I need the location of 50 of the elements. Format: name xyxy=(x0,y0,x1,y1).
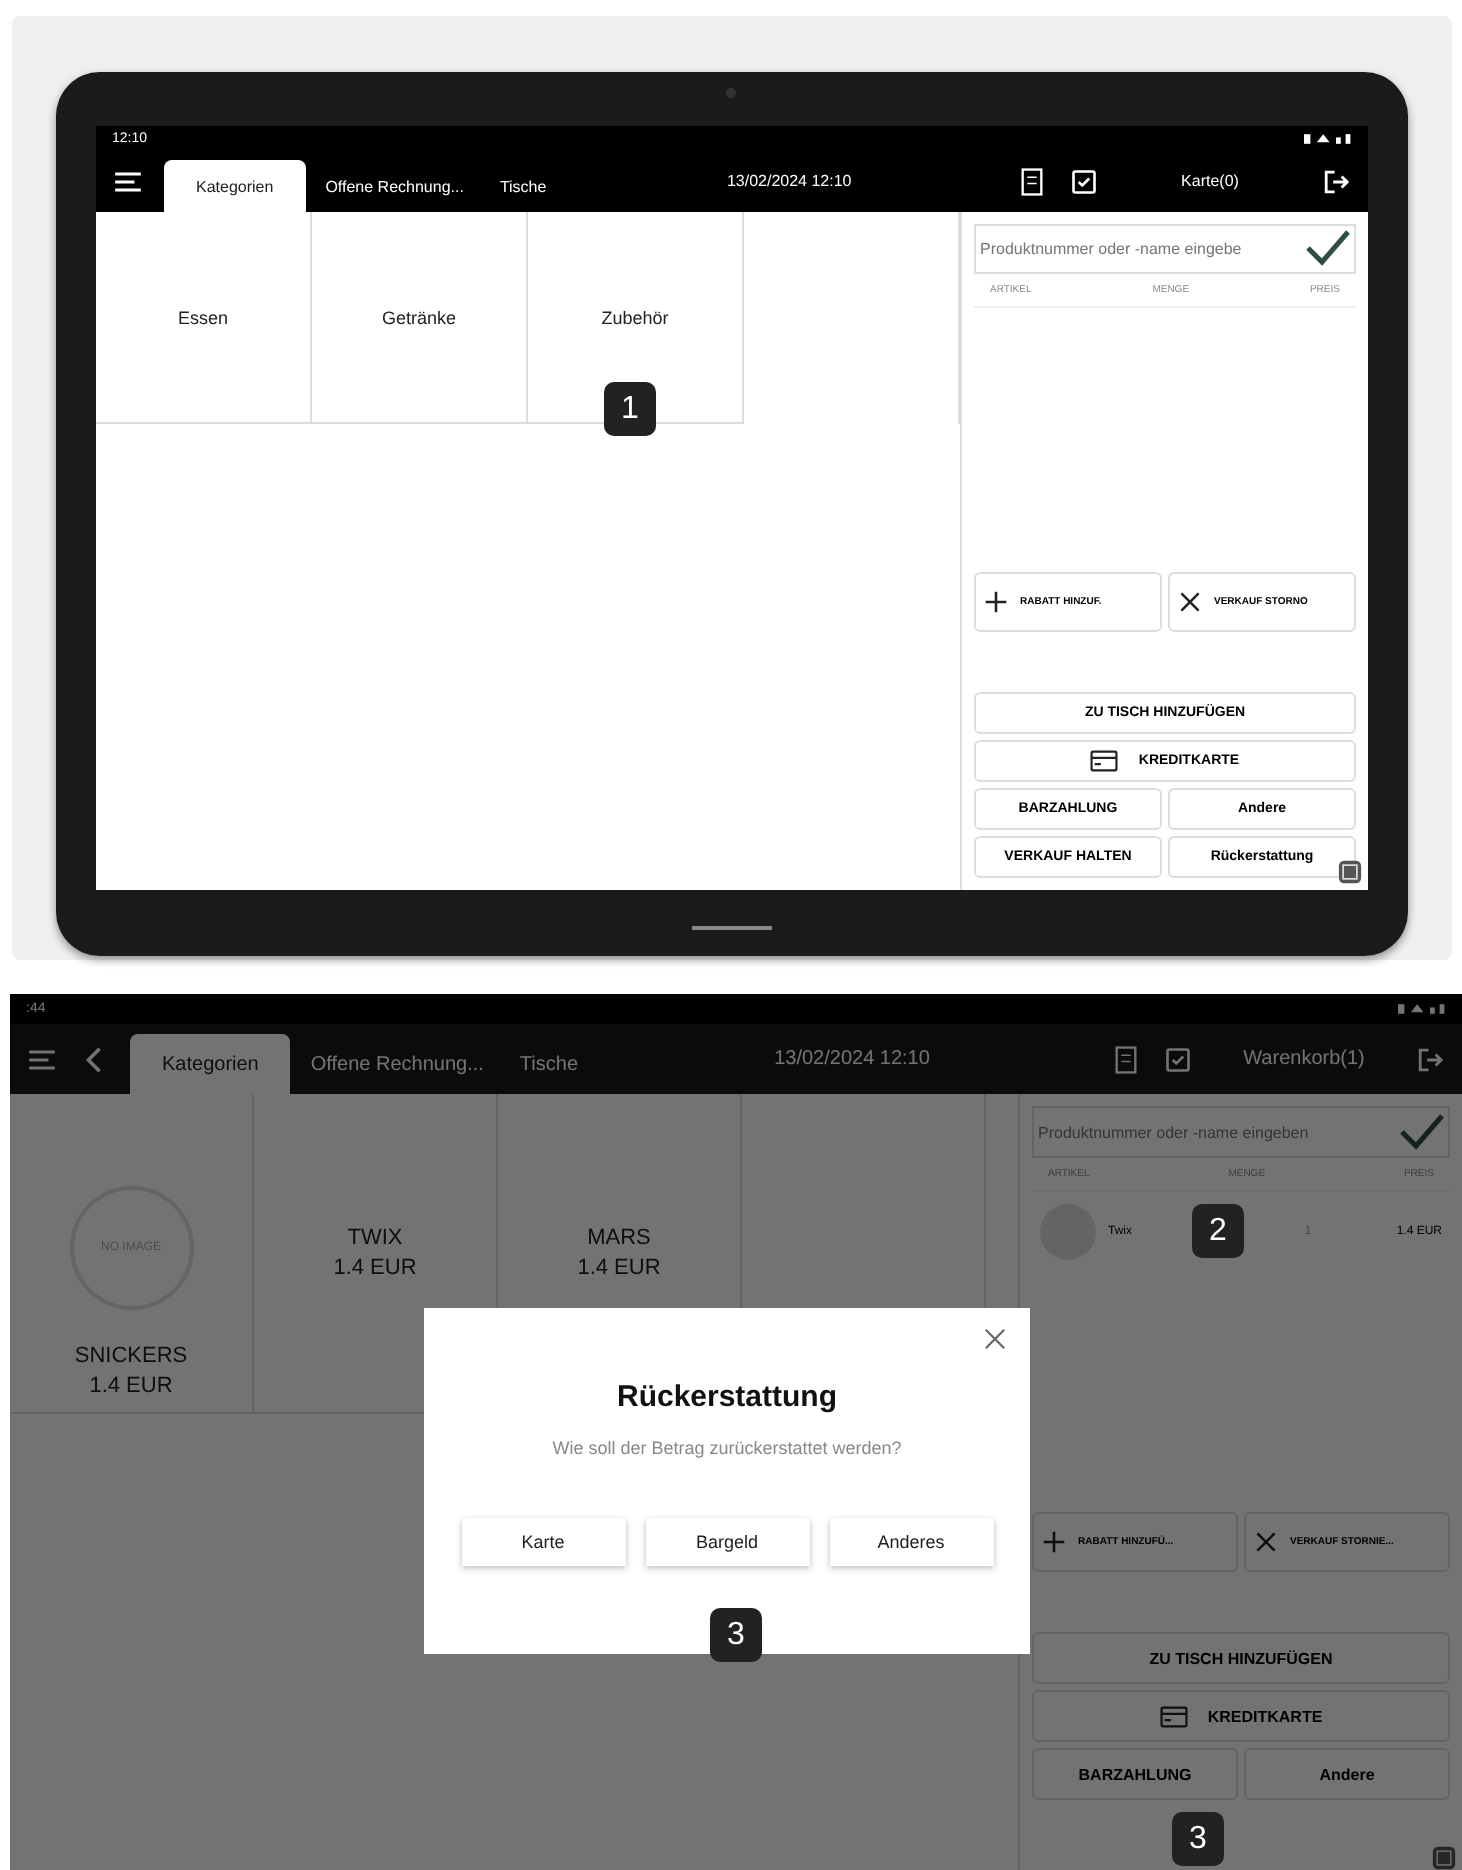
menu-icon[interactable] xyxy=(112,167,144,195)
checklist-icon[interactable] xyxy=(1162,1045,1194,1073)
category-tile[interactable]: Getränke xyxy=(312,212,528,424)
checklist-icon[interactable] xyxy=(1067,167,1100,195)
category-name: Essen xyxy=(177,307,228,327)
product-name: SNICKERS xyxy=(74,1342,188,1372)
search-field[interactable]: Produktnummer oder -name eingeben xyxy=(1032,1106,1450,1158)
dialog-message: Wie soll der Betrag zurückerstattet werden? xyxy=(552,1438,902,1458)
payment-button[interactable]: KREDITKARTE xyxy=(1032,1690,1450,1742)
status-icons xyxy=(1304,131,1352,145)
payment-button[interactable]: Andere xyxy=(1244,1748,1450,1800)
tab[interactable]: Offene Rechnung... xyxy=(294,1034,500,1094)
plus-icon xyxy=(984,590,1008,614)
product-price: 1.4 EUR xyxy=(577,1253,661,1282)
option-button[interactable]: Karte xyxy=(461,1518,625,1566)
date-time: 13/02/2024 12:10 xyxy=(726,172,852,190)
product-price: 1.4 EUR xyxy=(89,1371,173,1400)
tab[interactable]: Offene Rechnung... xyxy=(309,160,480,212)
option-button[interactable]: Anderes xyxy=(829,1518,993,1566)
cart-button[interactable]: Karte(0) xyxy=(1119,170,1300,192)
tab[interactable]: Tische xyxy=(483,160,563,212)
callout-badge: 3 xyxy=(1172,1812,1224,1866)
payment-button[interactable]: BARZAHLUNG xyxy=(1032,1748,1238,1800)
tab[interactable]: Tische xyxy=(503,1034,595,1094)
search-field[interactable]: Produktnummer oder -name eingebe xyxy=(974,224,1356,274)
category-tile[interactable]: Essen xyxy=(96,212,312,424)
confirm-icon[interactable] xyxy=(1302,228,1354,269)
credit-card-icon xyxy=(1090,750,1119,772)
close-icon xyxy=(1178,590,1202,614)
recorder-icon[interactable] xyxy=(1432,1846,1456,1870)
tab[interactable]: Kategorien xyxy=(130,1034,291,1094)
payment-button[interactable]: ZU TISCH HINZUFÜGEN xyxy=(1032,1632,1450,1684)
product-price: 1.4 EUR xyxy=(333,1253,417,1282)
category-name: Getränke xyxy=(381,307,457,327)
close-icon[interactable] xyxy=(984,1328,1006,1350)
cart-button[interactable]: Warenkorb(1) xyxy=(1214,1046,1394,1072)
option-button[interactable]: Bargeld xyxy=(645,1518,809,1566)
logout-icon[interactable] xyxy=(1319,167,1352,195)
product-name: MARS xyxy=(587,1224,651,1253)
close-icon xyxy=(1254,1530,1278,1554)
callout-badge: 1 xyxy=(604,382,656,436)
date-time: 13/02/2024 12:10 xyxy=(774,1048,930,1070)
tab[interactable]: Kategorien xyxy=(164,160,306,212)
status-icons xyxy=(1398,1002,1446,1016)
plus-icon xyxy=(1042,1530,1066,1554)
credit-card-icon xyxy=(1159,1705,1188,1727)
category-name: Zubehör xyxy=(601,307,669,327)
callout-badge: 2 xyxy=(1192,1204,1244,1258)
product-name: TWIX xyxy=(347,1224,403,1253)
callout-badge: 3 xyxy=(710,1608,762,1662)
